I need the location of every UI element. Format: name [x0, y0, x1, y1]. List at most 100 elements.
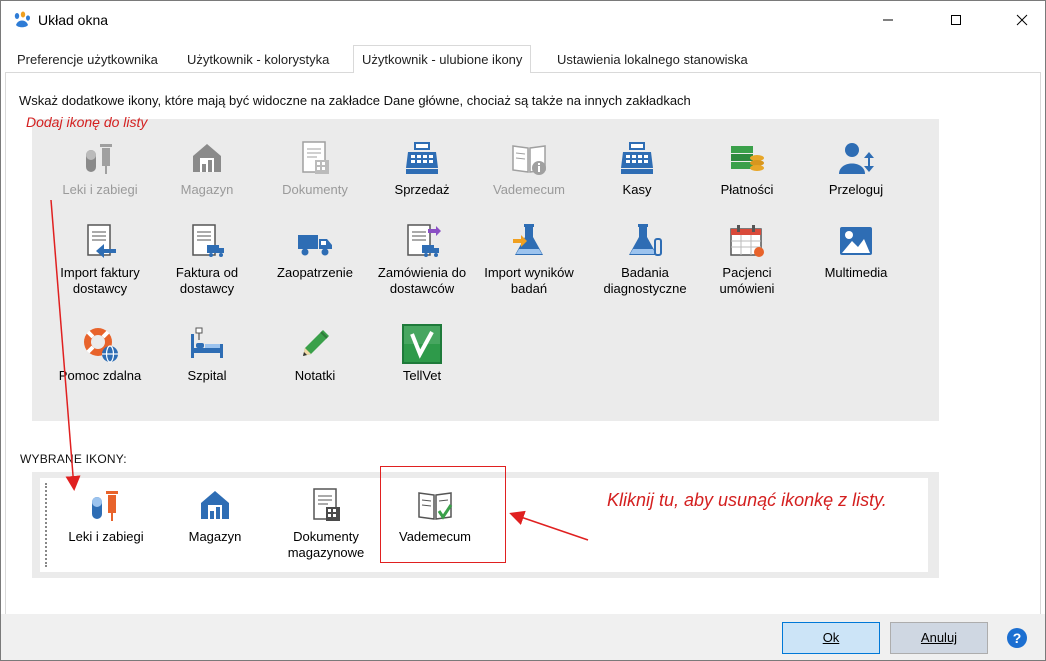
chosen-icon-label: Dokumenty	[293, 529, 359, 544]
dialog-footer	[1, 614, 1045, 660]
maximize-button[interactable]	[933, 1, 979, 39]
tab-user-favorite-icons[interactable]: Użytkownik - ulubione ikony	[353, 45, 532, 74]
available-icon-label: Badania	[621, 265, 669, 280]
minimize-button[interactable]	[865, 1, 911, 39]
available-icon-label: Notatki	[294, 368, 336, 383]
chosen-icons-label: WYBRANE IKONY:	[20, 452, 127, 466]
image-icon	[840, 227, 872, 255]
available-icon-tile[interactable]: Magazyn	[157, 138, 257, 198]
window-title: Układ okna	[38, 12, 109, 28]
available-icon-tile[interactable]: Vademecum	[479, 138, 579, 198]
flask-import-icon	[513, 224, 543, 255]
available-icon-label: Faktura od	[175, 265, 239, 280]
available-icon-tile[interactable]: Zamówienia do dostawców	[372, 221, 472, 297]
available-icon-tile[interactable]: Import wyników badań	[479, 221, 579, 297]
available-icon-label-line2: umówieni	[719, 281, 775, 296]
help-icon[interactable]: ?	[1006, 627, 1028, 649]
available-icon-tile[interactable]: Multimedia	[806, 221, 906, 281]
drop-indicator	[45, 483, 47, 567]
drug-syringe-icon	[86, 144, 112, 174]
invoice-import-icon	[87, 224, 116, 258]
available-icon-label: Płatności	[720, 182, 774, 197]
user-switch-icon	[839, 143, 874, 174]
available-icon-label: Kasy	[622, 182, 652, 197]
money-stack-icon	[731, 146, 764, 171]
available-icon-tile[interactable]: Pomoc zdalna	[50, 324, 150, 384]
available-icon-label-line2: badań	[510, 281, 548, 296]
tab-local-station-settings[interactable]: Ustawienia lokalnego stanowiska	[548, 45, 757, 73]
chosen-icon-label: Leki i zabiegi	[68, 529, 144, 544]
chosen-icon-label-line2: magazynowe	[287, 545, 365, 560]
ok-button[interactable]: Ok	[782, 622, 880, 654]
available-icon-label-line2: diagnostyczne	[603, 281, 687, 296]
remove-highlight-box	[380, 466, 506, 563]
available-icon-tile[interactable]: Notatki	[265, 324, 365, 384]
available-icon-label: Zaopatrzenie	[277, 265, 353, 280]
chosen-icon-tile[interactable]: Leki i zabiegi	[56, 485, 156, 545]
remove-icon-hint: Kliknij tu, aby usunąć ikonkę z listy.	[607, 490, 887, 510]
tab-user-preferences[interactable]: Preferencje użytkownika	[8, 45, 167, 73]
available-icon-label-line2: dostawcy	[72, 281, 128, 296]
close-icon	[1016, 14, 1028, 26]
warehouse-icon	[201, 491, 229, 519]
document-icon	[313, 488, 340, 521]
available-icon-tile[interactable]: Zaopatrzenie	[265, 221, 365, 281]
book-info-icon	[512, 145, 546, 175]
invoice-truck-icon	[192, 224, 224, 257]
chosen-icon-tile[interactable]: Magazyn	[165, 485, 265, 545]
document-icon	[302, 141, 329, 174]
lifebuoy-icon	[84, 328, 118, 363]
chosen-icon-label: Magazyn	[188, 529, 242, 544]
cash-register-icon	[406, 142, 438, 174]
available-icon-tile[interactable]: Płatności	[697, 138, 797, 198]
maximize-icon	[951, 15, 961, 25]
available-icon-tile[interactable]: Leki i zabiegi	[50, 138, 150, 198]
available-icon-tile[interactable]: Badania diagnostyczne	[595, 221, 695, 297]
available-icon-tile[interactable]: Import faktury dostawcy	[50, 221, 150, 297]
flask-icon	[629, 224, 662, 256]
calendar-icon	[730, 225, 764, 257]
drug-syringe-icon	[92, 491, 118, 521]
available-icon-tile[interactable]: Szpital	[157, 324, 257, 384]
available-icon-label: Dokumenty	[282, 182, 348, 197]
available-icon-label: Multimedia	[824, 265, 888, 280]
available-icon-label: Sprzedaż	[394, 182, 450, 197]
available-icon-label-line2: dostawców	[389, 281, 455, 296]
available-icon-label: Szpital	[187, 368, 227, 383]
available-icon-tile[interactable]: Sprzedaż	[372, 138, 472, 198]
tab-strip: Preferencje użytkownika Użytkownik - kol…	[5, 45, 1041, 74]
available-icon-label: TellVet	[402, 368, 442, 383]
cash-register-icon	[621, 142, 653, 174]
tab-user-colors[interactable]: Użytkownik - kolorystyka	[178, 45, 338, 73]
hospital-bed-icon	[191, 327, 223, 358]
available-icon-label: Pomoc zdalna	[58, 368, 142, 383]
available-icon-tile[interactable]: Dokumenty	[265, 138, 365, 198]
available-icon-label: Zamówienia do	[377, 265, 467, 280]
available-icon-tile[interactable]: TellVet	[372, 324, 472, 384]
instruction-text: Wskaż dodatkowe ikony, które mają być wi…	[19, 93, 691, 108]
available-icon-label: Vademecum	[492, 182, 565, 197]
pencil-icon	[303, 330, 329, 356]
available-icon-label: Import wyników	[484, 265, 574, 280]
available-icon-label: Przeloguj	[828, 182, 884, 197]
available-icon-tile[interactable]: Pacjenci umówieni	[697, 221, 797, 297]
available-icon-label: Pacjenci	[722, 265, 772, 280]
app-paw-icon	[14, 11, 30, 28]
available-icon-tile[interactable]: Faktura od dostawcy	[157, 221, 257, 297]
svg-text:?: ?	[1013, 630, 1022, 646]
truck-icon	[298, 235, 332, 256]
available-icon-tile[interactable]: Kasy	[587, 138, 687, 198]
cancel-button[interactable]: Anuluj	[890, 622, 988, 654]
tellvet-logo-icon	[402, 324, 442, 364]
close-button[interactable]	[999, 1, 1045, 39]
available-icon-label: Magazyn	[180, 182, 234, 197]
chosen-icon-tile[interactable]: Dokumenty magazynowe	[276, 485, 376, 561]
available-icon-label: Leki i zabiegi	[62, 182, 138, 197]
order-icon	[407, 224, 441, 257]
available-icon-tile[interactable]: Przeloguj	[806, 138, 906, 198]
title-bar: Układ okna	[1, 1, 1045, 39]
minimize-icon	[883, 19, 893, 21]
available-icon-label: Import faktury	[60, 265, 140, 280]
add-icon-hint: Dodaj ikonę do listy	[26, 114, 148, 130]
warehouse-icon	[193, 144, 221, 172]
